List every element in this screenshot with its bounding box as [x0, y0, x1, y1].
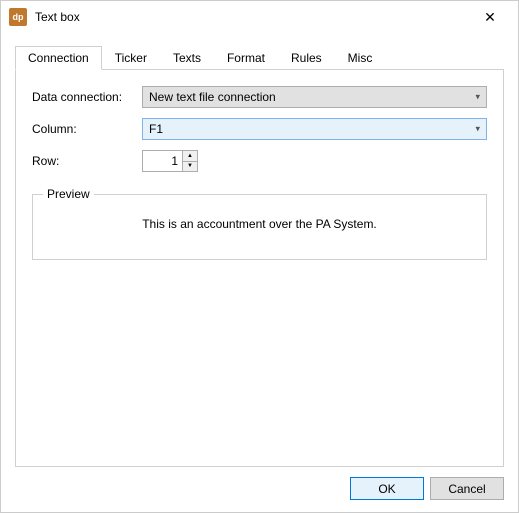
titlebar: dp Text box ✕ — [1, 1, 518, 33]
fieldset-preview: Preview This is an accountment over the … — [32, 194, 487, 260]
spinner-buttons: ▲ ▼ — [182, 150, 198, 172]
legend-preview: Preview — [43, 187, 94, 201]
tabpanel-connection: Data connection: New text file connectio… — [15, 69, 504, 467]
dropdown-column-value: F1 — [149, 122, 163, 136]
label-column: Column: — [32, 122, 142, 136]
dropdown-data-connection[interactable]: New text file connection ▾ — [142, 86, 487, 108]
row-data-connection: Data connection: New text file connectio… — [32, 86, 487, 108]
row-column: Column: F1 ▾ — [32, 118, 487, 140]
spinner-up-button[interactable]: ▲ — [183, 151, 197, 162]
dialog-footer: OK Cancel — [15, 467, 504, 500]
cancel-button[interactable]: Cancel — [430, 477, 504, 500]
tab-texts[interactable]: Texts — [160, 46, 214, 70]
input-row[interactable] — [142, 150, 182, 172]
tabstrip: Connection Ticker Texts Format Rules Mis… — [15, 45, 504, 69]
spinner-row: ▲ ▼ — [142, 150, 198, 172]
chevron-down-icon: ▾ — [475, 124, 480, 135]
chevron-down-icon: ▾ — [475, 92, 480, 103]
label-data-connection: Data connection: — [32, 90, 142, 104]
tab-format[interactable]: Format — [214, 46, 278, 70]
spinner-down-button[interactable]: ▼ — [183, 162, 197, 172]
app-icon: dp — [9, 8, 27, 26]
window-title: Text box — [35, 10, 470, 24]
row-row: Row: ▲ ▼ — [32, 150, 487, 172]
tab-connection[interactable]: Connection — [15, 46, 102, 70]
dropdown-column[interactable]: F1 ▾ — [142, 118, 487, 140]
ok-button[interactable]: OK — [350, 477, 424, 500]
preview-text: This is an accountment over the PA Syste… — [43, 217, 476, 231]
dropdown-data-connection-value: New text file connection — [149, 90, 276, 104]
tab-ticker[interactable]: Ticker — [102, 46, 160, 70]
dialog-content: Connection Ticker Texts Format Rules Mis… — [1, 33, 518, 514]
label-row: Row: — [32, 154, 142, 168]
close-button[interactable]: ✕ — [470, 3, 510, 31]
tab-misc[interactable]: Misc — [335, 46, 386, 70]
tab-rules[interactable]: Rules — [278, 46, 335, 70]
